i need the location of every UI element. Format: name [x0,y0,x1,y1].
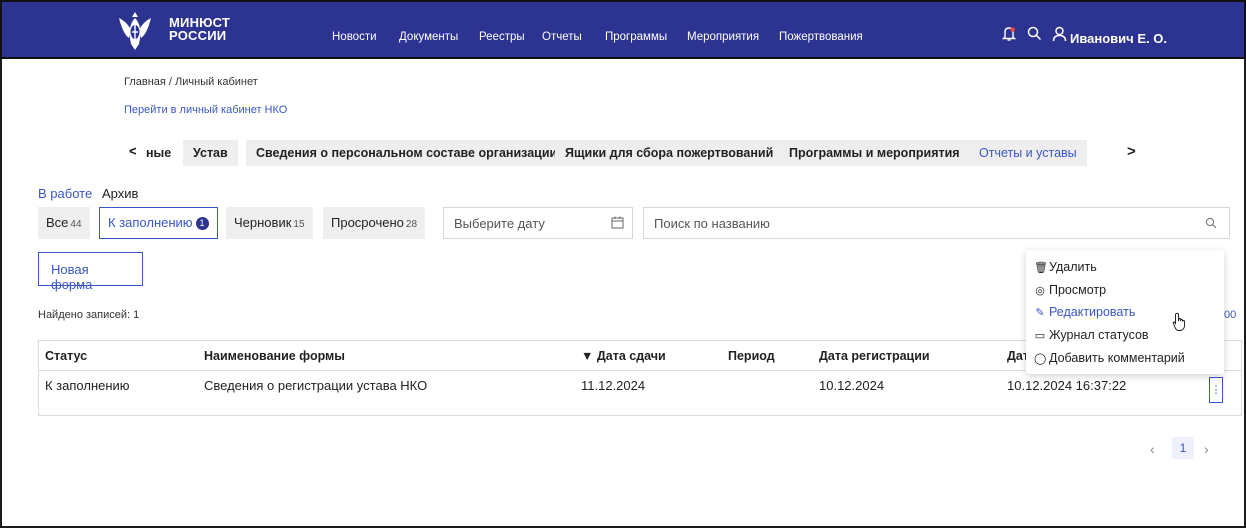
section-tab-reports-charters[interactable]: Отчеты и уставы [969,140,1087,166]
section-tab-programs[interactable]: Программы и мероприятия [779,140,970,166]
top-header: МИНЮСТ РОССИИ Новости Документы Реестры … [0,0,1246,59]
filter-to-fill-badge: 1 [195,217,209,230]
search-by-name-input[interactable]: Поиск по названию [643,207,1230,239]
cell-form-name[interactable]: Сведения о регистрации устава НКО [204,378,427,393]
date-picker-placeholder: Выберите дату [454,216,545,231]
col-form-name[interactable]: Наименование формы [204,349,345,363]
records-found-count: Найдено записей: 1 [38,309,140,321]
menu-item-view[interactable]: ◎ Просмотр [1034,283,1106,297]
section-tab-charter[interactable]: Устав [183,140,238,166]
col-status[interactable]: Статус [45,349,87,363]
cell-due-date: 11.12.2024 [581,378,646,393]
nav-news[interactable]: Новости [332,31,377,43]
trash-icon: 🗑 [1034,262,1048,274]
eagle-emblem-icon[interactable] [115,8,155,54]
pagination-next-icon[interactable]: › [1204,441,1209,457]
tab-in-work[interactable]: В работе [38,186,92,201]
cell-status: К заполнению [45,378,130,393]
breadcrumb[interactable]: Главная / Личный кабинет [124,76,258,88]
menu-item-edit[interactable]: ✎ Редактировать [1034,305,1135,319]
tab-archive[interactable]: Архив [102,186,138,201]
menu-item-add-comment-label: Добавить комментарий [1049,351,1185,365]
pagination-page-1[interactable]: 1 [1172,437,1194,459]
menu-item-status-log-label: Журнал статусов [1049,328,1149,342]
menu-item-add-comment[interactable]: ◯ Добавить комментарий [1034,351,1185,365]
calendar-icon[interactable] [611,216,624,229]
cell-registration-date: 10.12.2024 [819,378,885,393]
nav-registries[interactable]: Реестры [479,31,525,43]
filter-to-fill[interactable]: К заполнению 1 [99,207,218,239]
nav-documents[interactable]: Документы [399,31,458,43]
filter-overdue-label: Просрочено [331,215,404,230]
date-picker-input[interactable]: Выберите дату [443,207,633,239]
nko-cabinet-link[interactable]: Перейти в личный кабинет НКО [124,104,287,116]
pagination-prev-icon[interactable]: ‹ [1150,441,1155,457]
page-size-selector[interactable]: 00 [1224,309,1236,321]
user-icon[interactable] [1052,26,1067,42]
search-icon[interactable] [1027,26,1042,41]
filter-draft-label: Черновик [234,215,292,230]
col-due-date[interactable]: ▼ Дата сдачи [581,349,666,363]
filter-overdue-count: 28 [405,219,418,230]
filter-draft-count: 15 [293,219,305,230]
section-tab-personnel[interactable]: Сведения о персональном составе организа… [246,140,568,166]
pencil-icon: ✎ [1035,307,1045,319]
nav-events[interactable]: Мероприятия [687,31,759,43]
nav-reports[interactable]: Отчеты [542,31,582,43]
col-period[interactable]: Период [728,349,775,363]
user-name[interactable]: Иванович Е. О. [1070,31,1167,46]
new-form-button[interactable]: Новая форма [38,252,143,292]
menu-item-delete-label: Удалить [1049,260,1097,274]
bell-icon[interactable] [1002,26,1016,42]
eye-icon: ◎ [1035,285,1045,297]
nav-programs[interactable]: Программы [605,31,667,43]
filter-overdue[interactable]: Просрочено 28 [323,207,426,239]
comment-icon: ◯ [1034,353,1047,365]
chevron-right-icon[interactable]: > [1127,143,1136,160]
nav-donations[interactable]: Пожертвования [779,31,863,43]
col-registration-date[interactable]: Дата регистрации [819,349,930,363]
search-placeholder: Поиск по названию [654,216,770,231]
logo-line-2: РОССИИ [169,28,227,43]
menu-item-edit-label: Редактировать [1049,305,1136,319]
menu-item-delete[interactable]: 🗑Удалить [1034,260,1097,274]
hand-cursor-icon [1172,312,1185,331]
filter-all[interactable]: Все 44 [38,207,90,239]
filter-all-label: Все [46,215,69,230]
filter-to-fill-label: К заполнению [108,215,193,230]
search-icon[interactable] [1205,217,1217,229]
cell-datetime: 10.12.2024 16:37:22 [1007,378,1127,393]
menu-item-view-label: Просмотр [1049,283,1107,297]
filter-draft[interactable]: Черновик 15 [226,207,313,239]
section-tab-partial[interactable]: ные [136,140,182,166]
row-actions-menu: 🗑Удалить ◎ Просмотр ✎ Редактировать ▭ Журна… [1026,250,1224,374]
menu-item-status-log[interactable]: ▭ Журнал статусов [1034,328,1149,342]
filter-all-count: 44 [70,219,82,230]
logo-text[interactable]: МИНЮСТ РОССИИ [169,16,230,42]
section-tab-donation-boxes[interactable]: Ящики для сбора пожертвований [555,140,784,166]
row-actions-button[interactable]: ⋮ [1209,377,1223,403]
book-icon: ▭ [1034,330,1046,342]
